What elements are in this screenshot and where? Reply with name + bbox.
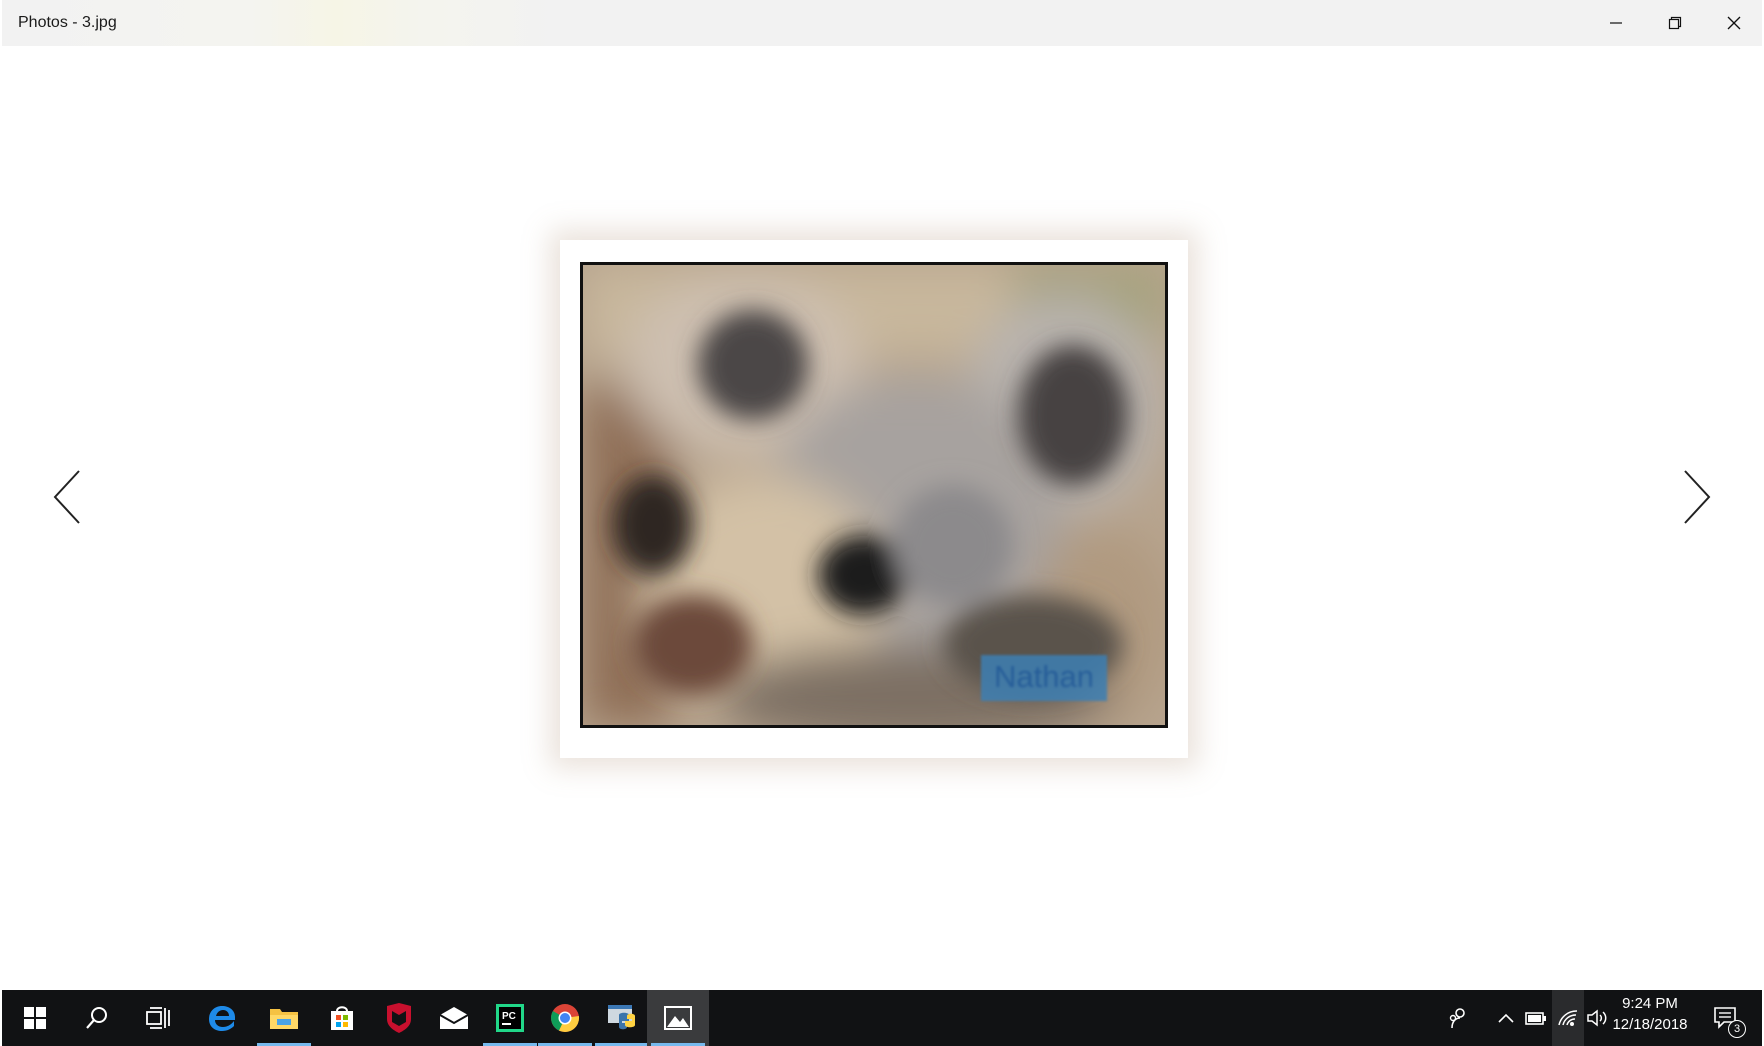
python-icon xyxy=(608,1005,635,1030)
clock-date: 12/18/2018 xyxy=(1612,1016,1688,1033)
mcafee-button[interactable] xyxy=(368,990,430,1046)
pycharm-button[interactable]: PC xyxy=(479,990,541,1046)
edge-button[interactable] xyxy=(191,990,253,1046)
window-title: Photos - 3.jpg xyxy=(18,14,117,31)
mail-icon xyxy=(439,1007,469,1029)
task-view-icon xyxy=(146,1007,170,1029)
search-icon xyxy=(86,1007,107,1029)
notification-count-badge: 3 xyxy=(1728,1020,1746,1038)
chrome-icon xyxy=(551,1004,580,1032)
mcafee-icon xyxy=(387,1003,411,1033)
taskbar: PC 9:24 PM 12/18/2018 3 xyxy=(2,990,1762,1046)
store-icon xyxy=(331,1006,353,1030)
people-button[interactable] xyxy=(1442,990,1474,1046)
title-bar[interactable]: Photos - 3.jpg xyxy=(2,0,1762,46)
desktop-screen: Photos - 3.jpg Nathan PC 9:24 PM 12/18/2… xyxy=(0,0,1764,1046)
photos-button[interactable] xyxy=(647,990,709,1046)
file-explorer-button[interactable] xyxy=(253,990,315,1046)
restore-icon xyxy=(1668,16,1682,30)
minimize-icon xyxy=(1610,22,1622,24)
chevron-right-icon xyxy=(1684,470,1711,524)
store-button[interactable] xyxy=(311,990,373,1046)
start-button[interactable] xyxy=(4,990,66,1046)
task-view-button[interactable] xyxy=(127,990,189,1046)
action-center-button[interactable]: 3 xyxy=(1702,990,1750,1046)
close-button[interactable] xyxy=(1704,0,1764,46)
clock[interactable]: 9:24 PM 12/18/2018 xyxy=(1604,990,1696,1046)
pycharm-icon: PC xyxy=(496,1004,524,1032)
search-button[interactable] xyxy=(66,990,128,1046)
photos-icon xyxy=(664,1006,692,1030)
people-icon xyxy=(1449,1008,1465,1029)
minimize-button[interactable] xyxy=(1586,0,1646,46)
restore-button[interactable] xyxy=(1645,0,1705,46)
previous-photo-button[interactable] xyxy=(42,464,92,530)
chevron-up-icon xyxy=(1498,1013,1514,1023)
photo-caption: Nathan xyxy=(981,655,1107,701)
chrome-button[interactable] xyxy=(534,990,596,1046)
network-button[interactable] xyxy=(1552,990,1584,1046)
chevron-left-icon xyxy=(53,470,80,524)
clock-time: 9:24 PM xyxy=(1622,995,1678,1012)
folder-icon xyxy=(270,1009,298,1029)
python-button[interactable] xyxy=(591,990,653,1046)
svg-text:PC: PC xyxy=(502,1011,516,1022)
mail-button[interactable] xyxy=(423,990,485,1046)
battery-icon xyxy=(1525,1012,1546,1025)
battery-button[interactable] xyxy=(1520,990,1552,1046)
show-hidden-icons-button[interactable] xyxy=(1490,990,1522,1046)
photo-image[interactable]: Nathan xyxy=(580,262,1168,728)
close-icon xyxy=(1727,16,1741,30)
edge-icon xyxy=(209,1006,235,1031)
wifi-icon xyxy=(1558,1010,1578,1026)
next-photo-button[interactable] xyxy=(1672,464,1722,530)
windows-logo-icon xyxy=(24,1007,46,1029)
